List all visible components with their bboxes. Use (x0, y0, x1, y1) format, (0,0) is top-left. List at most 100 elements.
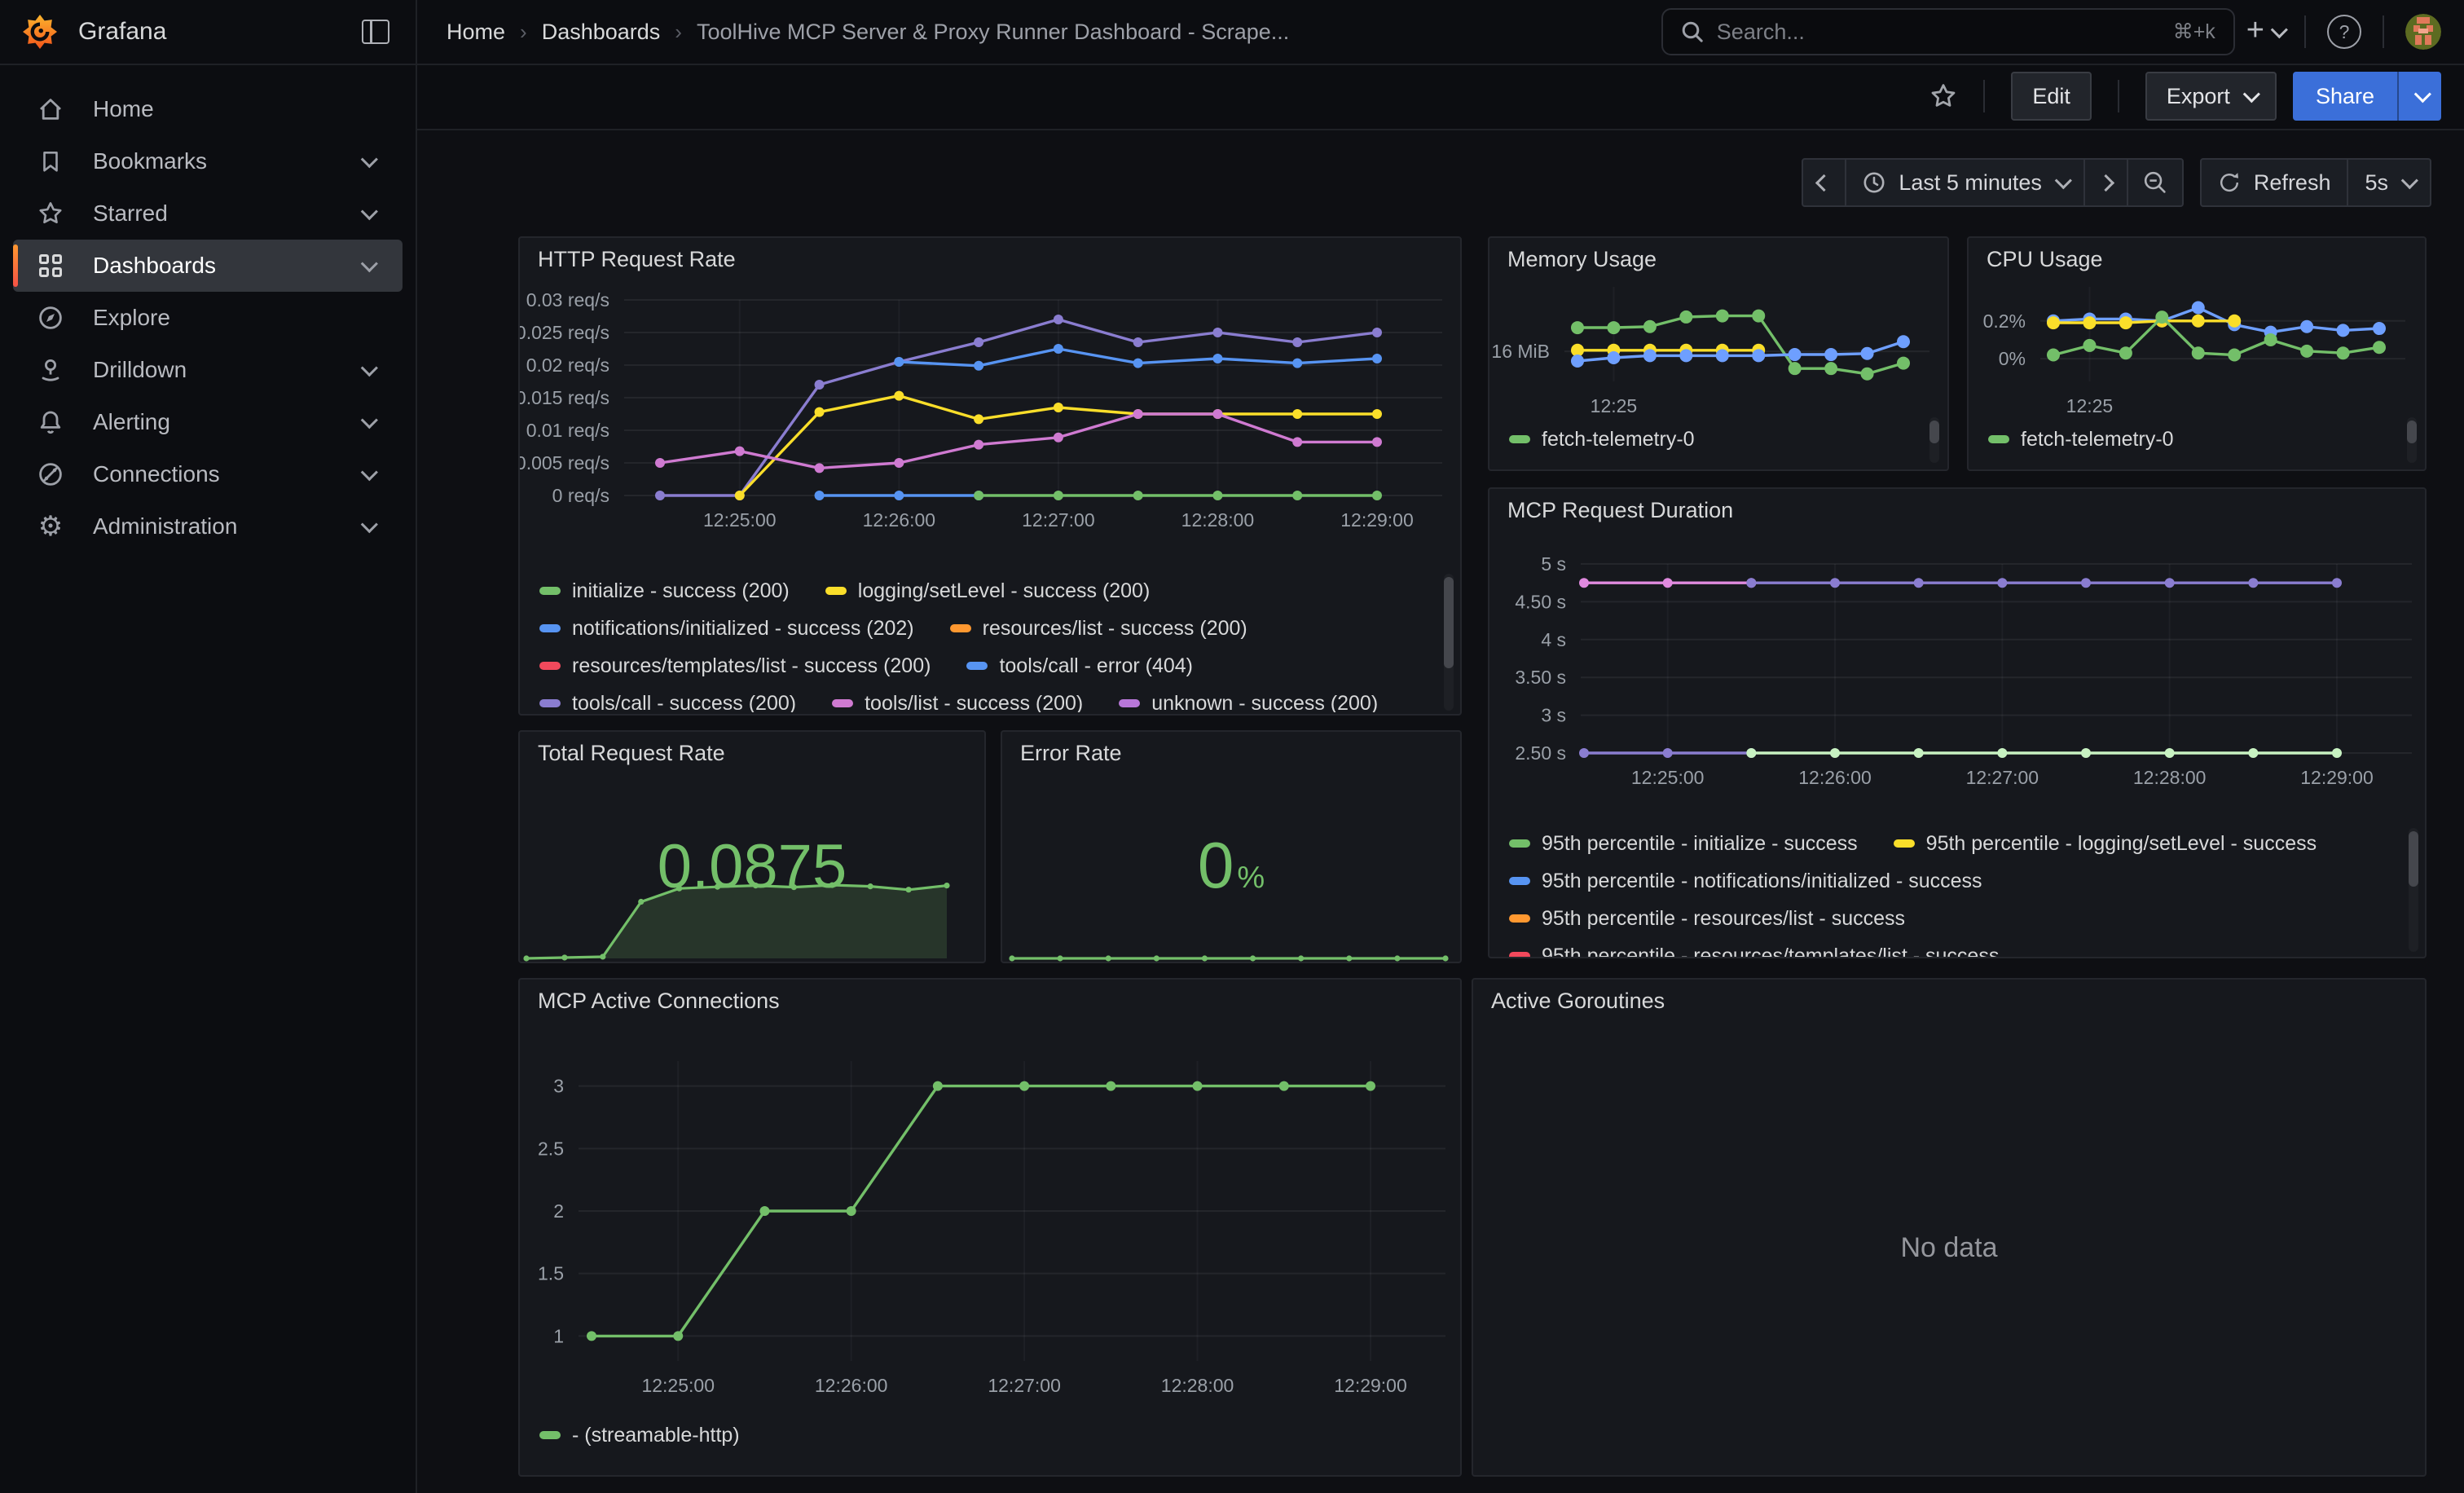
svg-text:3: 3 (553, 1076, 564, 1097)
panel-http-request-rate: HTTP Request Rate 0 req/s0.005 req/s0.01… (518, 236, 1462, 716)
avatar[interactable] (2405, 14, 2441, 50)
panel-title[interactable]: CPU Usage (1969, 238, 2425, 280)
panel-title[interactable]: MCP Request Duration (1489, 489, 2425, 531)
share-menu-button[interactable] (2397, 72, 2441, 121)
panel-title[interactable]: Error Rate (1002, 732, 1460, 774)
svg-text:0.2%: 0.2% (1983, 310, 2026, 332)
mcp-active-connections-chart[interactable]: 11.522.5312:25:0012:26:0012:27:0012:28:0… (520, 1022, 1460, 1407)
edit-button[interactable]: Edit (2011, 72, 2092, 121)
legend-scrollbar-thumb[interactable] (2407, 421, 2417, 443)
svg-text:12:29:00: 12:29:00 (1334, 1375, 1407, 1396)
add-button[interactable]: + (2246, 18, 2283, 46)
svg-text:0%: 0% (1999, 348, 2026, 369)
help-button[interactable]: ? (2327, 15, 2361, 49)
breadcrumb-dashboards[interactable]: Dashboards (542, 20, 661, 45)
error-rate-value: 0% (1002, 833, 1460, 898)
time-shift-forward-button[interactable] (2083, 160, 2127, 205)
legend-item[interactable]: initialize - success (200) (539, 579, 790, 603)
search-input[interactable]: Search... ⌘+k (1661, 8, 2235, 55)
panel-title[interactable]: Total Request Rate (520, 732, 984, 774)
legend-item[interactable]: 95th percentile - notifications/initiali… (1509, 870, 1982, 893)
panel-title[interactable]: HTTP Request Rate (520, 238, 1460, 280)
sidebar-item-home[interactable]: Home (13, 83, 403, 135)
legend-item[interactable]: 95th percentile - resources/list - succe… (1509, 907, 1905, 931)
legend-item[interactable]: notifications/initialized - success (202… (539, 617, 914, 641)
share-button[interactable]: Share (2293, 72, 2397, 121)
svg-text:12:28:00: 12:28:00 (1161, 1375, 1234, 1396)
legend-label: 95th percentile - initialize - success (1542, 832, 1858, 856)
star-icon (36, 199, 65, 228)
legend-color-swatch (1894, 839, 1915, 848)
svg-text:12:29:00: 12:29:00 (2300, 767, 2374, 788)
memory-usage-chart[interactable]: 16 MiB12:25 (1489, 280, 1947, 417)
legend-item[interactable]: logging/setLevel - success (200) (825, 579, 1151, 603)
sidebar-item-alerting[interactable]: Alerting (13, 396, 403, 448)
refresh-group: Refresh 5s (2200, 158, 2431, 207)
legend-item[interactable]: fetch-telemetry-0 (1509, 428, 1695, 451)
export-button[interactable]: Export (2145, 72, 2277, 121)
panel-error-rate: Error Rate 0% (1001, 730, 1462, 963)
panel-title[interactable]: Memory Usage (1489, 238, 1947, 280)
mcp-request-duration-chart[interactable]: 2.50 s3 s3.50 s4 s4.50 s5 s12:25:0012:26… (1489, 531, 2425, 835)
time-shift-back-button[interactable] (1803, 160, 1845, 205)
legend-label: 95th percentile - resources/templates/li… (1542, 945, 1999, 958)
chevron-down-icon (361, 359, 378, 377)
legend-item[interactable]: 95th percentile - initialize - success (1509, 832, 1858, 856)
top-nav: Grafana Home › Dashboards › ToolHive MCP… (0, 0, 2464, 65)
legend-item[interactable]: tools/list - success (200) (832, 692, 1083, 713)
time-range-picker[interactable]: Last 5 minutes (1845, 160, 2083, 205)
legend-label: tools/list - success (200) (865, 692, 1083, 713)
svg-text:12:25: 12:25 (2066, 395, 2114, 416)
chevron-down-icon (361, 412, 378, 429)
sidebar-item-drilldown[interactable]: Drilldown (13, 344, 403, 396)
refresh-icon (2218, 171, 2241, 194)
question-icon: ? (2327, 15, 2361, 49)
legend-label: tools/call - success (200) (572, 692, 796, 713)
star-dashboard-button[interactable] (1929, 82, 1957, 110)
legend-item[interactable]: - (streamable-http) (539, 1424, 740, 1447)
search-icon (1681, 20, 1704, 43)
legend-color-swatch (539, 699, 561, 707)
time-controls: Last 5 minutes Refresh 5s (1802, 158, 2431, 207)
sidebar-item-dashboards[interactable]: Dashboards (13, 240, 403, 292)
svg-text:12:25:00: 12:25:00 (1631, 767, 1705, 788)
sidebar-item-administration[interactable]: ⚙ Administration (13, 500, 403, 553)
svg-text:0.01 req/s: 0.01 req/s (526, 420, 609, 441)
legend-color-swatch (539, 587, 561, 595)
http-request-rate-chart[interactable]: 0 req/s0.005 req/s0.01 req/s0.015 req/s0… (520, 280, 1460, 577)
panel-title[interactable]: Active Goroutines (1473, 980, 2425, 1022)
legend-item[interactable]: tools/call - error (404) (966, 654, 1193, 678)
legend-item[interactable]: resources/templates/list - success (200) (539, 654, 931, 678)
sidebar-item-bookmarks[interactable]: Bookmarks (13, 135, 403, 187)
legend-item[interactable]: unknown - success (200) (1119, 692, 1378, 713)
legend-label: fetch-telemetry-0 (1542, 428, 1695, 451)
legend-item[interactable]: fetch-telemetry-0 (1988, 428, 2174, 451)
cpu-usage-chart[interactable]: 0.2% 0% 12:25 (1969, 280, 2425, 417)
memory-legend: fetch-telemetry-0 (1509, 421, 1918, 466)
legend-item[interactable]: 95th percentile - resources/templates/li… (1509, 945, 1999, 958)
legend-item[interactable]: 95th percentile - logging/setLevel - suc… (1894, 832, 2317, 856)
dashboard-actions-bar: Edit Export Share (417, 64, 2464, 130)
svg-text:12:26:00: 12:26:00 (863, 509, 936, 531)
sidebar-toggle-icon[interactable] (362, 20, 389, 44)
refresh-interval-select[interactable]: 5s (2347, 160, 2430, 205)
chevron-down-icon (361, 464, 378, 481)
legend-item[interactable]: tools/call - success (200) (539, 692, 796, 713)
legend-color-swatch (1509, 435, 1530, 443)
svg-text:2.5: 2.5 (538, 1138, 564, 1159)
zoom-out-button[interactable] (2127, 160, 2182, 205)
refresh-button[interactable]: Refresh (2202, 160, 2347, 205)
legend-scrollbar-thumb[interactable] (2409, 831, 2418, 887)
grafana-logo-icon[interactable] (23, 15, 57, 49)
legend-item[interactable]: resources/list - success (200) (950, 617, 1247, 641)
legend-scrollbar-thumb[interactable] (1929, 421, 1939, 443)
sidebar-item-connections[interactable]: Connections (13, 448, 403, 500)
sidebar-item-explore[interactable]: Explore (13, 292, 403, 344)
breadcrumb-home[interactable]: Home (447, 20, 505, 45)
legend-color-swatch (539, 662, 561, 670)
sidebar-item-starred[interactable]: Starred (13, 187, 403, 240)
panel-title[interactable]: MCP Active Connections (520, 980, 1460, 1022)
legend-scrollbar-thumb[interactable] (1444, 577, 1454, 668)
brand-title: Grafana (78, 18, 166, 46)
legend-label: resources/list - success (200) (983, 617, 1247, 641)
